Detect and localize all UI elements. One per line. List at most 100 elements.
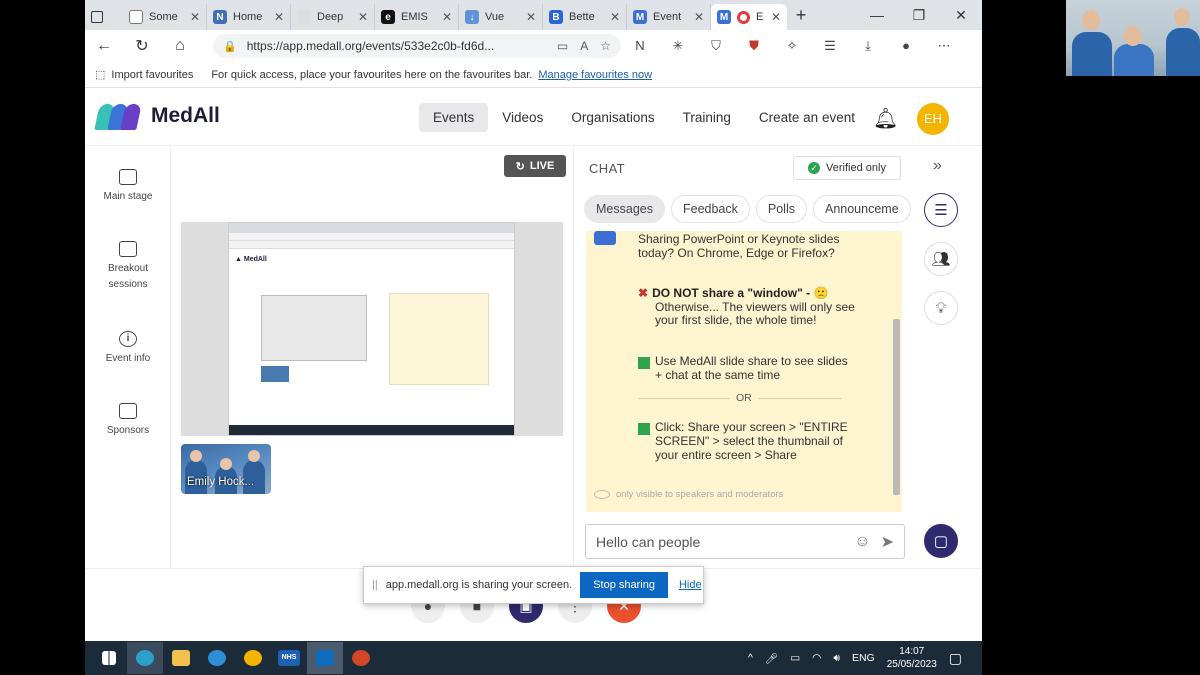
nav-organisations[interactable]: Organisations <box>557 103 668 132</box>
notion-extension-icon[interactable]: N <box>621 35 659 57</box>
message-warning: ✖ DO NOT share a "window" - 🙁 Otherwise..… <box>638 286 856 328</box>
rail-item-event-info[interactable]: i Event info <box>85 331 171 367</box>
medall-logo[interactable]: MedAll <box>94 102 220 130</box>
tab-label: Bette <box>569 11 595 23</box>
tab-feedback[interactable]: Feedback <box>670 195 750 223</box>
browser-tab[interactable]: M Event ✕ <box>627 4 711 30</box>
close-window-button[interactable]: ✕ <box>940 0 982 30</box>
browser-tab[interactable]: Deep ✕ <box>291 4 375 30</box>
close-icon[interactable]: ✕ <box>274 10 284 24</box>
home-button[interactable]: ⌂ <box>161 37 199 55</box>
nav-create-event[interactable]: Create an event <box>745 103 869 132</box>
volume-icon[interactable]: 🔊︎ <box>833 652 840 665</box>
import-favourites-button[interactable]: ⬚ Import favourites <box>95 68 193 82</box>
outlook-taskbar-button[interactable] <box>307 642 343 674</box>
edge-icon <box>136 650 154 666</box>
scrollbar-thumb[interactable] <box>893 319 900 495</box>
battery-icon[interactable]: ▭ <box>790 652 800 664</box>
profile-icon[interactable]: ● <box>887 35 925 57</box>
avatar[interactable]: EH <box>917 103 949 135</box>
medall-icon: M <box>717 10 731 24</box>
ie-taskbar-button[interactable] <box>199 642 235 674</box>
emoji-icon[interactable]: ☺ <box>854 533 870 551</box>
camera-icon[interactable]: ▭ <box>557 39 568 53</box>
close-icon[interactable]: ✕ <box>771 10 781 24</box>
nav-videos[interactable]: Videos <box>488 103 557 132</box>
brand-name: MedAll <box>151 104 220 127</box>
microphone-tray-icon[interactable]: 🎤︎ <box>765 652 778 665</box>
menu-icon[interactable]: ⋯ <box>925 35 963 57</box>
rail-item-main-stage[interactable]: Main stage <box>85 169 171 205</box>
mini-camera <box>261 366 289 382</box>
collapse-icon[interactable]: » <box>933 157 942 175</box>
rail-item-breakout[interactable]: Breakout sessions <box>85 241 171 293</box>
message-intro: Sharing PowerPoint or Keynote slides tod… <box>638 232 840 260</box>
nav-training[interactable]: Training <box>669 103 745 132</box>
camera-tile[interactable]: Emily Hock... <box>181 444 271 494</box>
stop-sharing-button[interactable]: Stop sharing <box>580 572 668 598</box>
notification-icon[interactable]: ▢ <box>949 650 962 667</box>
close-icon[interactable]: ✕ <box>190 10 200 24</box>
restore-button[interactable]: ❐ <box>898 0 940 30</box>
tab-label: Vue <box>485 11 505 23</box>
close-icon[interactable]: ✕ <box>610 10 620 24</box>
ideas-panel-button[interactable]: 💡︎ <box>924 291 958 325</box>
tab-messages[interactable]: Messages <box>584 195 665 223</box>
tab-announcements[interactable]: Announceme <box>812 195 911 223</box>
minimize-button[interactable]: — <box>856 0 898 30</box>
adblock-extension-icon[interactable]: ⛊ <box>735 35 773 57</box>
file-explorer-button[interactable] <box>163 642 199 674</box>
favourites-icon[interactable]: ☰ <box>811 35 849 57</box>
check-icon: ✓ <box>808 162 821 174</box>
windows-start-button[interactable] <box>91 642 127 674</box>
language-indicator[interactable]: ENG <box>852 652 875 664</box>
tab-polls[interactable]: Polls <box>755 195 807 223</box>
support-button[interactable]: ▢ <box>924 524 958 558</box>
extensions-icon[interactable]: ✧ <box>773 35 811 57</box>
close-icon[interactable]: ✕ <box>526 10 536 24</box>
read-aloud-icon[interactable]: A <box>580 39 588 53</box>
hide-link[interactable]: Hide <box>679 579 702 591</box>
url-field[interactable]: 🔒 https://app.medall.org/events/533e2c0b… <box>213 34 621 58</box>
browser-tab[interactable]: B Bette ✕ <box>543 4 627 30</box>
chat-scrollbar[interactable] <box>892 237 900 505</box>
tab-label: Deep <box>317 11 344 23</box>
verified-only-toggle[interactable]: ✓ Verified only <box>793 156 901 180</box>
nav-events[interactable]: Events <box>419 103 489 132</box>
chevron-up-icon[interactable]: ^ <box>748 652 753 664</box>
shield-extension-icon[interactable]: ⛉ <box>697 35 735 57</box>
powerpoint-taskbar-button[interactable] <box>343 642 379 674</box>
mini-chat <box>389 293 489 385</box>
people-panel-button[interactable]: 👥︎ <box>924 242 958 276</box>
new-tab-button[interactable]: + <box>787 5 815 26</box>
downloads-icon[interactable]: ⤓ <box>849 35 887 57</box>
browser-tab[interactable]: Some ✕ <box>123 4 207 30</box>
close-icon[interactable]: ✕ <box>442 10 452 24</box>
browser-tab[interactable]: N Home ✕ <box>207 4 291 30</box>
favourite-star-icon[interactable]: ☆ <box>600 39 611 53</box>
send-icon[interactable]: ➤ <box>881 532 894 552</box>
browser-tab-active[interactable]: M E ✕ <box>711 4 787 30</box>
chat-panel-button[interactable]: ☰ <box>924 193 958 227</box>
clock[interactable]: 14:07 25/05/2023 <box>887 645 937 671</box>
bell-icon[interactable]: 🔔︎ <box>873 106 898 131</box>
tab-actions-button[interactable] <box>85 4 123 30</box>
reload-button[interactable]: ↻ <box>123 36 161 56</box>
chat-input[interactable]: Hello can people ☺ ➤ <box>585 524 905 559</box>
back-button[interactable]: ← <box>85 37 123 55</box>
browser-tab[interactable]: e EMIS ✕ <box>375 4 459 30</box>
browser-tab[interactable]: ↓ Vue ✕ <box>459 4 543 30</box>
drag-handle-icon[interactable]: || <box>372 579 378 591</box>
close-icon[interactable]: ✕ <box>358 10 368 24</box>
check-box-icon: ✓ <box>632 423 650 435</box>
check-box-icon: ✓ <box>632 357 650 369</box>
close-icon[interactable]: ✕ <box>694 10 704 24</box>
wifi-icon[interactable]: ◠ <box>812 652 821 664</box>
chrome-taskbar-button[interactable] <box>235 642 271 674</box>
sparkle-extension-icon[interactable]: ✳ <box>659 35 697 57</box>
manage-favourites-link[interactable]: Manage favourites now <box>538 69 652 81</box>
nhs-taskbar-button[interactable]: NHS <box>271 642 307 674</box>
rail-item-sponsors[interactable]: Sponsors <box>85 403 171 439</box>
live-badge[interactable]: ↻ LIVE <box>504 155 566 177</box>
edge-taskbar-button[interactable] <box>127 642 163 674</box>
